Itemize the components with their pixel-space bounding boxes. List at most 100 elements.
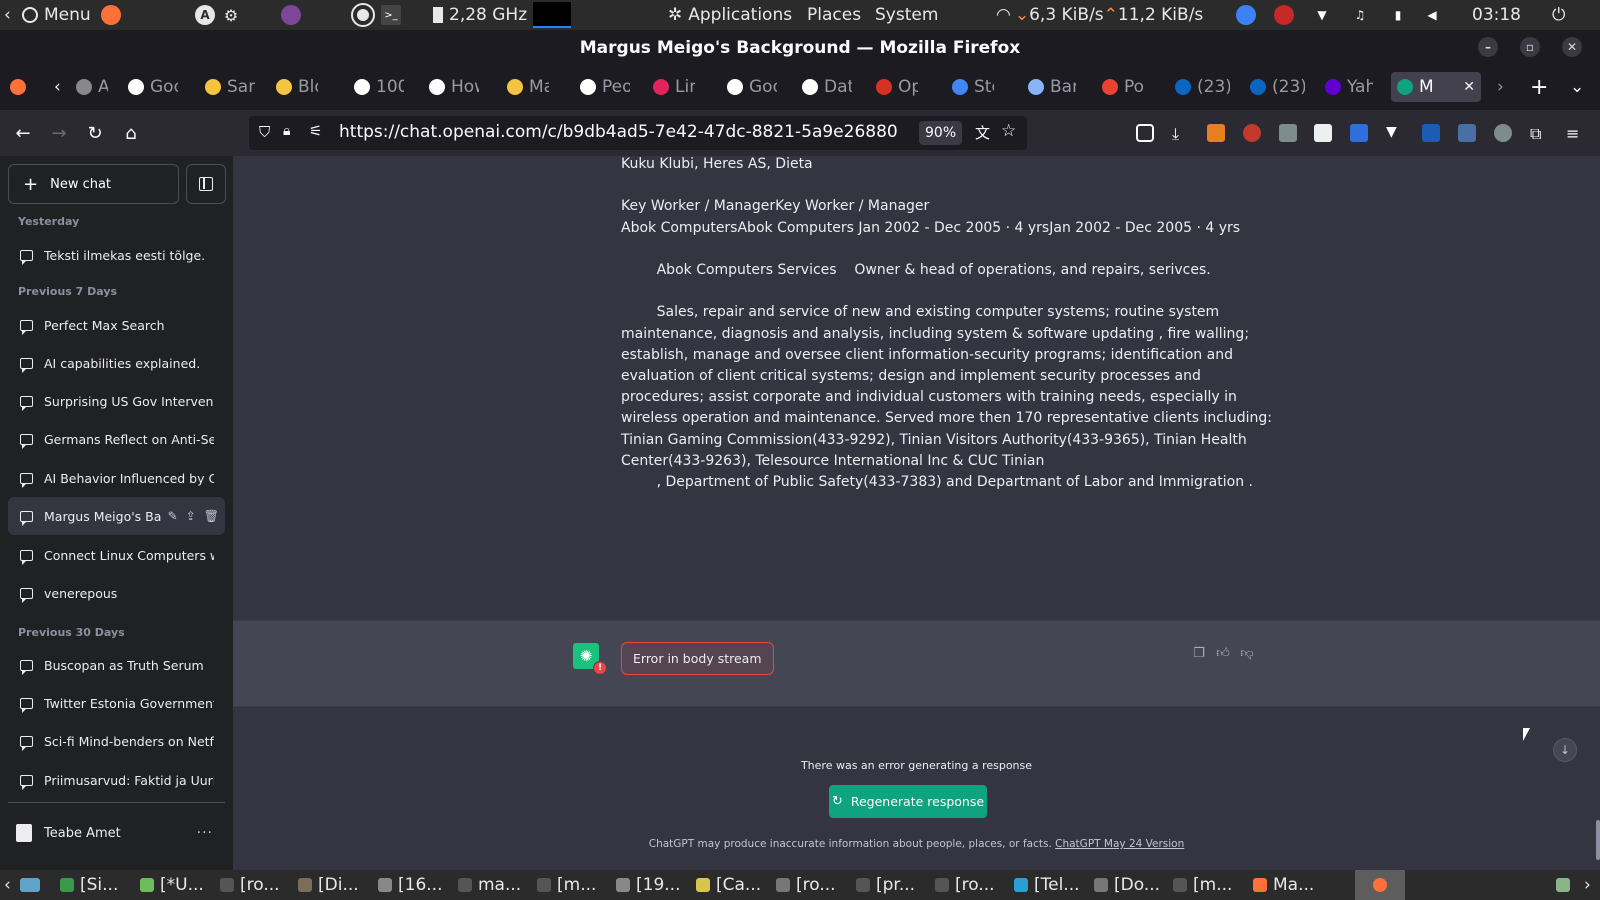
chat-item[interactable]: Surprising US Gov Intervention [8,382,225,420]
taskbar-window[interactable]: [Do... [1094,870,1170,900]
shield-icon[interactable]: ⛉ [259,123,270,141]
taskbar-window[interactable]: [*U... [140,870,216,900]
opera-icon[interactable] [351,3,375,27]
extension-blue-icon[interactable] [1350,124,1368,142]
tab[interactable]: App [76,72,108,102]
tab[interactable]: Bar [1028,72,1076,102]
tab-list-chevron-down-icon[interactable]: ⌄ [1570,72,1588,102]
panel-left-arrow-icon[interactable]: ‹ [4,0,11,30]
record-tray-icon[interactable] [1274,5,1294,25]
chat-item[interactable]: AI Behavior Influenced by Chat [8,459,225,497]
edit-pencil-icon[interactable]: ✎ [168,509,178,523]
taskbar-window[interactable]: [Di... [298,870,374,900]
taskbar-right-arrow-icon[interactable]: › [1584,870,1591,900]
tab-scroll-right-icon[interactable]: › [1497,72,1513,102]
taskbar-window[interactable]: [ro... [935,870,1011,900]
tab-active[interactable]: M ✕ [1391,72,1481,102]
tab[interactable]: Yah [1325,72,1373,102]
clock[interactable]: 03:18 [1472,0,1521,30]
chat-item-active[interactable]: Margus Meigo's Back ✎ ⇪ 🗑︎ [8,497,225,535]
bookmark-star-icon[interactable]: ☆ [1001,121,1016,141]
lock-icon[interactable]: 🔒︎ [283,123,290,139]
downloads-icon[interactable]: ⤓ [1172,124,1190,143]
taskbar-left-arrow-icon[interactable]: ‹ [4,870,11,900]
terminal-icon[interactable]: >_ [381,5,401,25]
share-icon[interactable]: ⇪ [186,509,196,523]
extension-orange-icon[interactable] [1207,124,1225,142]
thumbs-down-icon[interactable]: 👎︎ [1239,645,1255,661]
chat-item[interactable]: Buscopan as Truth Serum [8,646,225,684]
tab[interactable]: Sam [205,72,255,102]
scrollbar[interactable] [1596,820,1600,860]
extensions-puzzle-icon[interactable]: ⧉ [1530,124,1548,143]
user-menu[interactable]: Teabe Amet ··· [8,814,225,852]
tab[interactable]: Linu [653,72,695,102]
home-icon[interactable]: ⌂ [120,122,142,144]
system-menu[interactable]: System [875,0,938,30]
chat-item[interactable]: Connect Linux Computers with [8,536,225,574]
tor-browser-icon[interactable] [281,5,301,25]
tab[interactable]: (23) [1175,72,1230,102]
id-extension-icon[interactable] [1422,124,1440,142]
extension-grey-icon[interactable] [1279,124,1297,142]
chat-item[interactable]: Germans Reflect on Anti-Semiti [8,420,225,458]
close-tab-icon[interactable]: ✕ [1463,79,1475,95]
taskbar-window[interactable]: [Si... [60,870,136,900]
hamburger-menu-icon[interactable]: ≡ [1566,124,1584,143]
close-window-icon[interactable]: ✕ [1562,37,1582,57]
reload-icon[interactable]: ↻ [84,122,106,144]
chat-item[interactable]: Sci-fi Mind-benders on Netflix [8,722,225,760]
battery-tray-icon[interactable]: ▮ [1388,5,1408,25]
taskbar-window[interactable]: ma... [458,870,534,900]
forward-arrow-icon[interactable]: → [48,122,70,144]
chat-item[interactable]: AI capabilities explained. [8,344,225,382]
taskbar-window[interactable]: [ro... [220,870,296,900]
version-link[interactable]: ChatGPT May 24 Version [1055,838,1184,850]
chat-item[interactable]: Teksti ilmekas eesti tõlge. [8,236,225,274]
taskbar-window[interactable]: [19... [616,870,692,900]
permissions-icon[interactable]: ⚟ [309,122,322,140]
regenerate-response-button[interactable]: ↻ Regenerate response [829,785,987,818]
more-options-icon[interactable]: ··· [197,825,213,841]
tab[interactable]: (23) [1250,72,1305,102]
settings-gear-icon[interactable]: ⚙ [221,5,241,25]
ublock-icon[interactable] [1243,124,1261,142]
show-desktop-icon[interactable] [20,870,46,900]
delete-trash-icon[interactable]: 🗑︎ [204,509,219,523]
maximize-icon[interactable]: ▫ [1520,37,1540,57]
calendar-icon[interactable] [1314,124,1332,142]
firefox-view-icon[interactable] [10,72,32,102]
back-arrow-icon[interactable]: ← [12,122,34,144]
taskbar-window[interactable]: [pr... [856,870,932,900]
places-menu[interactable]: Places [807,0,861,30]
taskbar-window[interactable]: [ro... [776,870,852,900]
extension-cloud-icon[interactable] [1494,124,1512,142]
tab[interactable]: Goo [128,72,178,102]
sidebar-toggle-button[interactable] [186,164,226,204]
chat-item[interactable]: venerepous [8,574,225,612]
tab[interactable]: Ste [952,72,994,102]
menu-button[interactable]: Menu [22,0,121,30]
translate-icon[interactable]: 文 [975,122,990,143]
taskbar-window[interactable]: [m... [1173,870,1249,900]
zoom-level[interactable]: 90% [919,121,963,145]
url-text[interactable]: https://chat.openai.com/c/b9db4ad5-7e42-… [339,122,914,142]
taskbar-window[interactable]: [16... [378,870,454,900]
translate-tray-icon[interactable] [1236,5,1256,25]
vpn-tray-icon[interactable]: ▼ [1312,5,1332,25]
url-bar[interactable]: ⛉ 🔒︎ ⚟ https://chat.openai.com/c/b9db4ad… [249,116,1027,150]
volume-tray-icon[interactable]: ◀ [1422,5,1442,25]
taskbar-window[interactable]: [m... [537,870,613,900]
chat-item[interactable]: Perfect Max Search [8,306,225,344]
tab[interactable]: Dat [802,72,852,102]
filter-icon[interactable]: ▼ [1386,124,1404,142]
new-chat-button[interactable]: + New chat [8,164,179,204]
taskbar-firefox-active[interactable] [1355,870,1405,900]
tab[interactable]: Goo [727,72,777,102]
pocket-icon[interactable] [1136,124,1154,142]
chat-item[interactable]: Priimusarvud: Faktid ja Uurimus [8,761,225,799]
tab[interactable]: 100 [354,72,404,102]
firefox-launcher-icon[interactable] [100,5,121,25]
applications-menu[interactable]: ✲ Applications [668,0,792,30]
new-tab-icon[interactable]: + [1530,72,1548,102]
